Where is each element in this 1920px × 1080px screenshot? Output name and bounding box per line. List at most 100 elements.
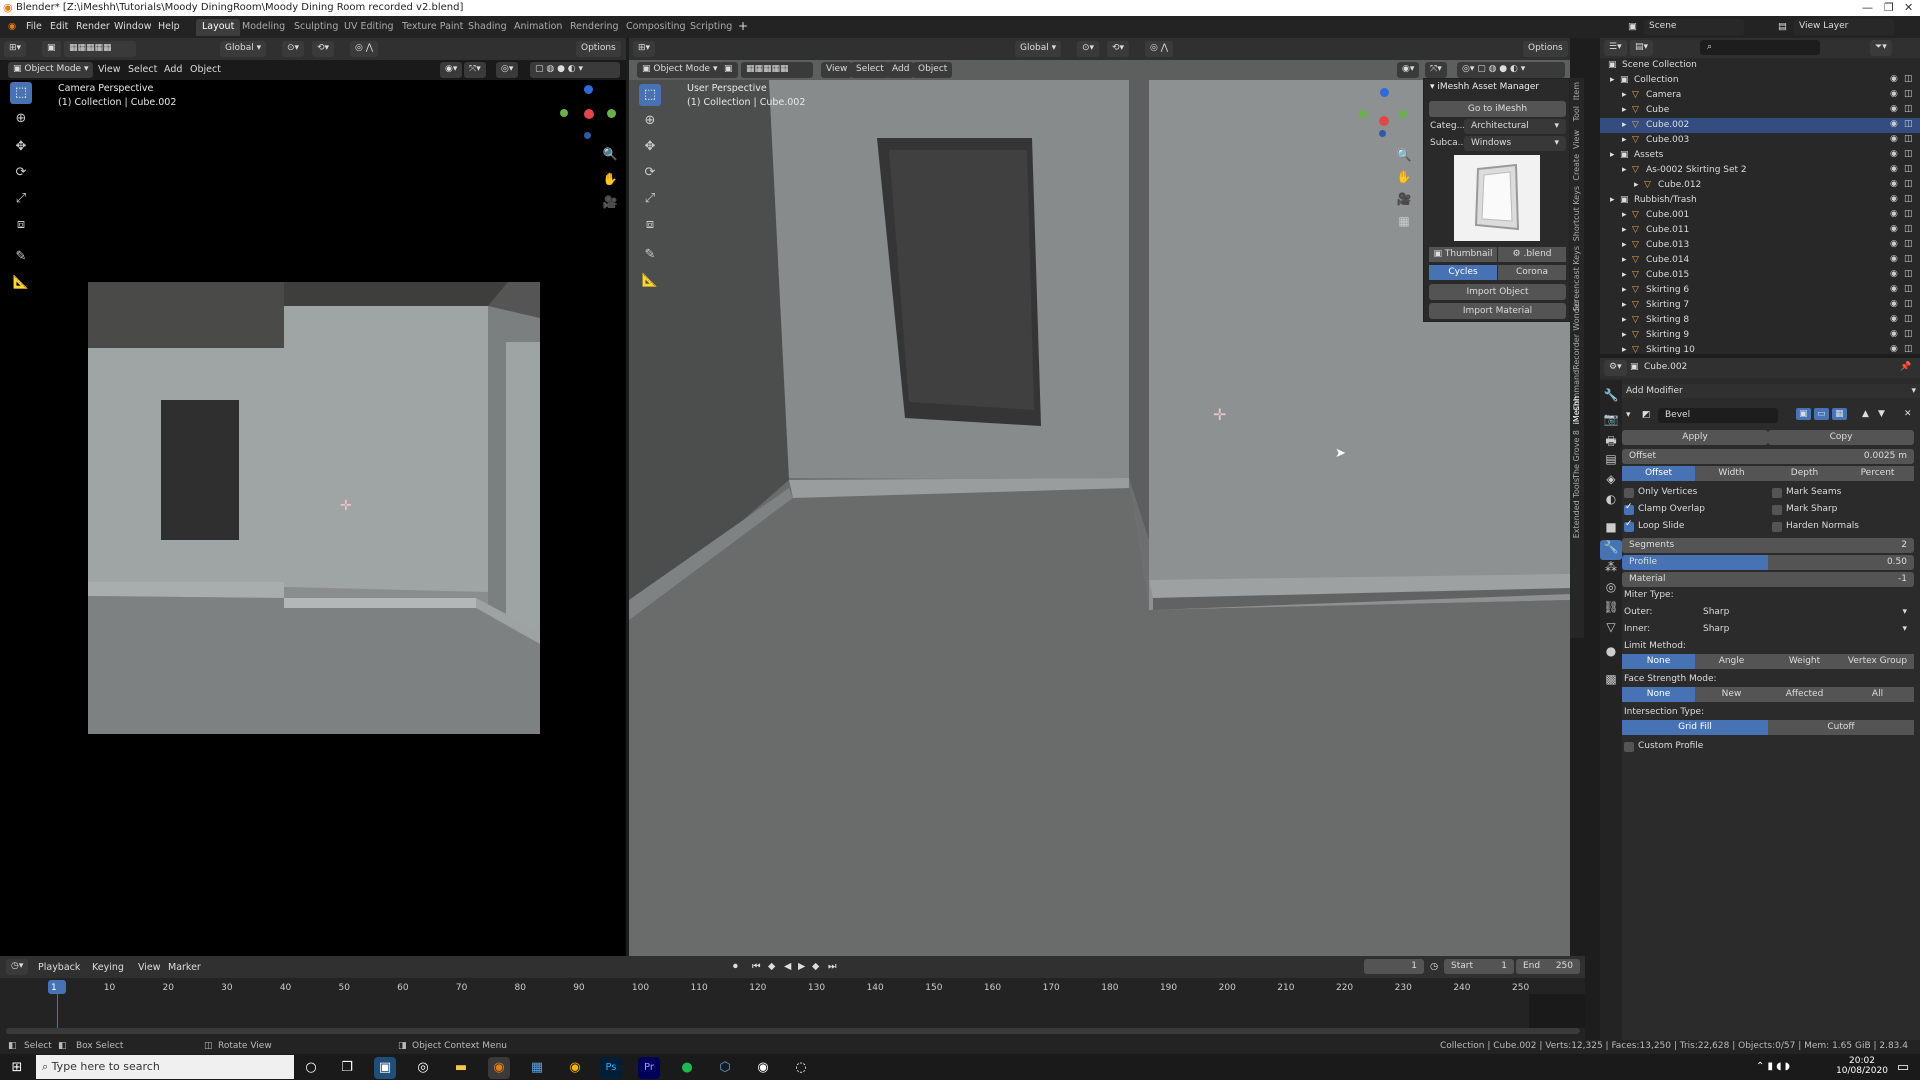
- outliner-item[interactable]: ▸ ▣ Assets ◉ ◫: [1600, 148, 1920, 163]
- tab-scripting[interactable]: Scripting: [684, 19, 738, 36]
- right-proportional-icon[interactable]: ◎ ⋀: [1145, 41, 1174, 57]
- timeline-menu-keying[interactable]: Keying: [92, 962, 124, 973]
- harden-normals-checkbox[interactable]: [1772, 522, 1782, 532]
- render-camera-icon[interactable]: ◫: [1904, 164, 1913, 174]
- move-up-icon[interactable]: ▲: [1862, 409, 1869, 419]
- start-frame-field[interactable]: Start 1: [1444, 959, 1514, 974]
- width-type-percent[interactable]: Percent: [1841, 466, 1914, 481]
- data-properties-icon[interactable]: ▽: [1600, 620, 1622, 640]
- render-camera-icon[interactable]: ◫: [1904, 119, 1913, 129]
- timeline-menu-playback[interactable]: Playback: [38, 962, 80, 973]
- record-icon[interactable]: ⏺: [733, 961, 738, 972]
- visibility-eye-icon[interactable]: ◉: [1890, 149, 1898, 159]
- show-viewport-icon[interactable]: ▭: [1814, 408, 1829, 420]
- outliner-item[interactable]: ▸ ▽ Skirting 6 ◉ ◫: [1600, 283, 1920, 298]
- outliner-item[interactable]: ▸ ▽ Skirting 7 ◉ ◫: [1600, 298, 1920, 313]
- preview-range-icon[interactable]: ◷: [1430, 961, 1438, 972]
- texture-properties-icon[interactable]: ▩: [1600, 672, 1622, 692]
- outer-miter-dropdown[interactable]: Sharp ▾: [1696, 605, 1914, 620]
- output-properties-icon[interactable]: 🖶: [1600, 432, 1622, 452]
- physics-properties-icon[interactable]: ◎: [1600, 580, 1622, 600]
- render-camera-icon[interactable]: ◫: [1904, 344, 1913, 354]
- render-camera-icon[interactable]: ◫: [1904, 209, 1913, 219]
- tab-modeling[interactable]: Modeling: [236, 19, 291, 36]
- render-camera-icon[interactable]: ◫: [1904, 134, 1913, 144]
- outliner-item[interactable]: ▸ ▽ Skirting 9 ◉ ◫: [1600, 328, 1920, 343]
- inner-miter-dropdown[interactable]: Sharp ▾: [1696, 622, 1914, 637]
- filter-icon[interactable]: ⏷▾: [1870, 40, 1892, 56]
- render-camera-icon[interactable]: ◫: [1904, 329, 1913, 339]
- outliner-item[interactable]: ▸ ▽ As-0002 Skirting Set 2 ◉ ◫: [1600, 163, 1920, 178]
- app-icon-2[interactable]: ◎: [412, 1057, 434, 1079]
- tab-uv-editing[interactable]: UV Editing: [338, 19, 400, 36]
- expand-modifier-icon[interactable]: ▾: [1626, 410, 1631, 420]
- right-scale-tool-icon[interactable]: ⤢: [639, 188, 661, 210]
- right-transform-orientation[interactable]: Global ▾: [1015, 41, 1062, 57]
- profile-slider[interactable]: Profile 0.50: [1622, 555, 1914, 570]
- visibility-eye-icon[interactable]: ◉: [1890, 269, 1898, 279]
- material-properties-icon[interactable]: ●: [1600, 644, 1622, 664]
- taskbar-search-box[interactable]: ⌕ Type here to search: [36, 1055, 294, 1079]
- right-selection-mode-buttons[interactable]: ▦▦▦▦▦: [741, 62, 813, 78]
- expand-arrow-icon[interactable]: ▸: [1622, 165, 1627, 175]
- jump-start-icon[interactable]: ⏮: [752, 961, 761, 972]
- width-type-offset[interactable]: Offset: [1622, 466, 1695, 481]
- expand-arrow-icon[interactable]: ▸: [1622, 105, 1627, 115]
- visibility-eye-icon[interactable]: ◉: [1890, 254, 1898, 264]
- render-camera-icon[interactable]: ◫: [1904, 194, 1913, 204]
- tab-animation[interactable]: Animation: [508, 19, 568, 36]
- tab-layout[interactable]: Layout: [196, 19, 241, 36]
- left-shading-buttons[interactable]: ▢ ◍ ● ◐ ▾: [530, 62, 620, 78]
- constraints-properties-icon[interactable]: ⛓: [1600, 600, 1622, 620]
- left-menu-object[interactable]: Object: [190, 64, 221, 75]
- modifier-properties-icon[interactable]: 🔧: [1600, 540, 1622, 560]
- menu-window[interactable]: Window: [114, 21, 151, 32]
- proportional-edit-icon[interactable]: ◎ ⋀: [350, 41, 379, 57]
- loop-slide-checkbox[interactable]: [1624, 519, 1634, 532]
- left-move-tool-icon[interactable]: ✥: [10, 136, 32, 158]
- outliner-item[interactable]: ▸ ▽ Cube.003 ◉ ◫: [1600, 133, 1920, 148]
- render-camera-icon[interactable]: ◫: [1904, 104, 1913, 114]
- left-gizmo-y-neg-axis[interactable]: [607, 109, 616, 118]
- intersection-cutoff[interactable]: Cutoff: [1768, 720, 1914, 735]
- calculator-icon[interactable]: ▦: [526, 1057, 548, 1079]
- right-editor-type-icon[interactable]: ⊞▾: [633, 41, 656, 57]
- outliner-search-input[interactable]: ⌕: [1700, 40, 1820, 55]
- left-menu-add[interactable]: Add: [164, 64, 182, 75]
- left-menu-select[interactable]: Select: [128, 64, 157, 75]
- visibility-eye-icon[interactable]: ◉: [1890, 164, 1898, 174]
- pivot-icon[interactable]: ⊙▾: [282, 41, 305, 57]
- copy-button[interactable]: Copy: [1768, 430, 1914, 445]
- apply-button[interactable]: Apply: [1622, 430, 1768, 445]
- expand-arrow-icon[interactable]: ▸: [1622, 225, 1627, 235]
- limit-weight[interactable]: Weight: [1768, 654, 1841, 669]
- left-camera-icon[interactable]: 🎥: [599, 195, 621, 215]
- tab-extended-tools[interactable]: Extended Tools: [1572, 478, 1581, 538]
- task-view-icon[interactable]: ❐: [336, 1057, 358, 1079]
- notification-icon[interactable]: ▭: [1892, 1057, 1914, 1079]
- right-gizmo-y-axis[interactable]: [1359, 110, 1367, 118]
- left-menu-view[interactable]: View: [98, 64, 121, 75]
- right-cursor-tool-icon[interactable]: ⊕: [639, 110, 661, 132]
- offset-field[interactable]: Offset 0.0025 m: [1622, 449, 1914, 464]
- custom-profile-checkbox[interactable]: [1624, 742, 1634, 752]
- right-snap-icon[interactable]: ⟲▾: [1107, 41, 1130, 57]
- windows-start-icon[interactable]: ⊞: [6, 1057, 28, 1079]
- category-dropdown[interactable]: Architectural ▾: [1464, 119, 1566, 134]
- render-camera-icon[interactable]: ◫: [1904, 224, 1913, 234]
- visibility-eye-icon[interactable]: ◉: [1890, 314, 1898, 324]
- right-shading-buttons[interactable]: ◎▾ ▢ ◍ ● ◐ ▾: [1457, 62, 1565, 78]
- menu-help[interactable]: Help: [158, 21, 180, 32]
- play-reverse-icon[interactable]: ◀: [784, 961, 791, 972]
- mark-seams-checkbox[interactable]: [1772, 488, 1782, 498]
- select-tool-icon[interactable]: ▣: [42, 41, 61, 57]
- properties-editor-icon[interactable]: ⚙▾: [1604, 360, 1627, 376]
- expand-arrow-icon[interactable]: ▸: [1610, 150, 1615, 160]
- visibility-eye-icon[interactable]: ◉: [1890, 119, 1898, 129]
- expand-arrow-icon[interactable]: ▸: [1622, 210, 1627, 220]
- expand-arrow-icon[interactable]: ▸: [1610, 195, 1615, 205]
- visibility-eye-icon[interactable]: ◉: [1890, 329, 1898, 339]
- outliner-item[interactable]: ▸ ▽ Cube.014 ◉ ◫: [1600, 253, 1920, 268]
- material-field[interactable]: Material -1: [1622, 572, 1914, 587]
- outliner-item[interactable]: ▸ ▽ Cube ◉ ◫: [1600, 103, 1920, 118]
